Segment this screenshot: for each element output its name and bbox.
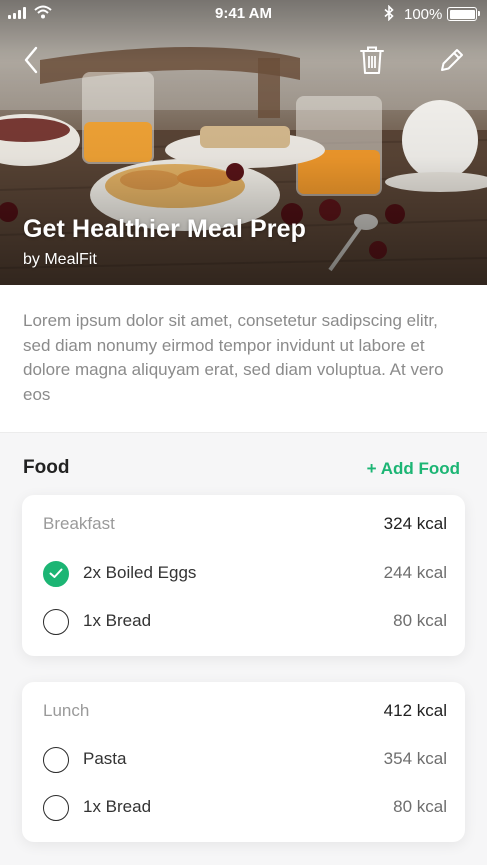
item-kcal: 244 kcal [383,563,447,582]
item-kcal: 80 kcal [393,611,447,630]
item-name: 2x Boiled Eggs [83,563,197,582]
meal-name: Lunch [43,701,90,720]
meal-kcal-total: 324 kcal [383,514,447,533]
author-label: by MealFit [23,251,97,268]
chevron-left-icon [24,46,38,74]
page-title: Get Healthier Meal Prep [23,215,306,243]
hero-image: 9:41 AM 100% Get Healthier Meal Prep by … [0,0,487,285]
item-kcal: 354 kcal [383,749,447,768]
bluetooth-icon [384,5,394,21]
food-item[interactable]: 1x Bread 80 kcal [43,794,447,822]
meal-card-lunch: Lunch 412 kcal Pasta 354 kcal 1x Bread 8… [22,682,465,842]
meal-kcal-total: 412 kcal [383,701,447,720]
meal-header: Breakfast 324 kcal [43,514,447,536]
meal-name: Breakfast [43,514,115,533]
battery-percentage: 100% [404,6,443,23]
item-name: 1x Bread [83,797,152,816]
food-item[interactable]: Pasta 354 kcal [43,746,447,774]
trash-icon [360,46,384,74]
food-item[interactable]: 2x Boiled Eggs 244 kcal [43,560,447,588]
item-name: Pasta [83,749,127,768]
status-bar: 9:41 AM 100% [0,0,487,30]
pencil-icon [441,49,463,71]
back-button[interactable] [16,44,46,76]
delete-button[interactable] [357,44,387,76]
description-section: Lorem ipsum dolor sit amet, consetetur s… [0,285,487,433]
item-kcal: 80 kcal [393,797,447,816]
item-checkbox[interactable] [43,561,69,587]
food-item[interactable]: 1x Bread 80 kcal [43,608,447,636]
item-checkbox[interactable] [43,609,69,635]
item-checkbox[interactable] [43,747,69,773]
edit-button[interactable] [437,44,467,76]
add-food-button[interactable]: + Add Food [367,459,460,479]
battery-icon [447,7,480,21]
item-name: 1x Bread [83,611,152,630]
meal-card-breakfast: Breakfast 324 kcal 2x Boiled Eggs 244 kc… [22,495,465,656]
description-text: Lorem ipsum dolor sit amet, consetetur s… [23,311,444,404]
checkmark-icon [49,568,63,578]
food-section-title: Food [23,457,70,478]
item-checkbox[interactable] [43,795,69,821]
meal-header: Lunch 412 kcal [43,701,447,723]
